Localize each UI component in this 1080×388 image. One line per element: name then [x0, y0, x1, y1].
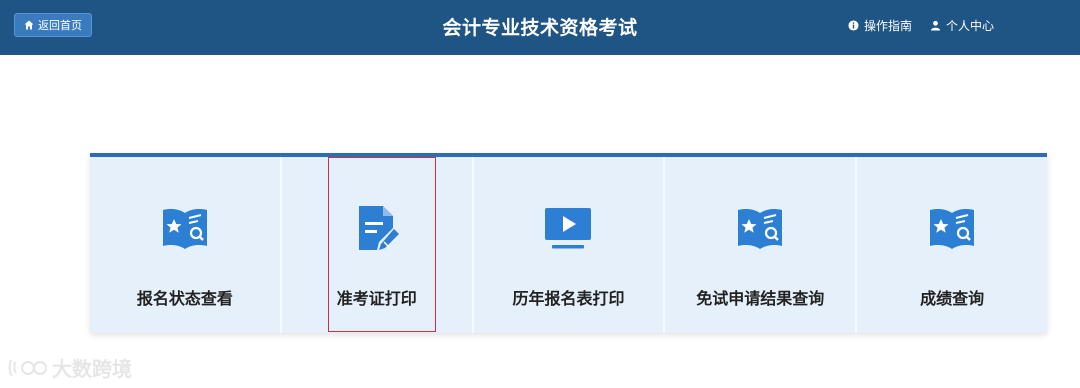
watermark: 大数跨境 — [8, 353, 132, 382]
card-history-form-print[interactable]: 历年报名表打印 — [473, 157, 666, 333]
user-center-label: 个人中心 — [945, 19, 994, 33]
card-registration-status[interactable]: 报名状态查看 — [90, 157, 282, 333]
card-label: 报名状态查看 — [136, 289, 233, 308]
card-score-query[interactable]: 成绩查询 — [857, 157, 1047, 333]
watermark-logo-icon — [8, 359, 47, 377]
card-label: 免试申请结果查询 — [696, 289, 825, 308]
home-button-label: 返回首页 — [38, 19, 82, 32]
service-panel: 报名状态查看 准考证打印 历年报名表打印 免试申请结果查询 成绩查询 — [90, 153, 1047, 333]
monitor-play-icon — [545, 208, 592, 249]
book-star-search-icon — [162, 209, 207, 249]
card-label: 准考证打印 — [336, 289, 417, 308]
home-button[interactable]: 返回首页 — [14, 13, 92, 37]
card-admission-print[interactable]: 准考证打印 — [281, 157, 474, 333]
book-star-search-icon — [738, 209, 783, 249]
document-edit-icon — [358, 206, 399, 250]
card-exemption-query[interactable]: 免试申请结果查询 — [665, 157, 858, 333]
book-star-search-icon — [930, 209, 975, 249]
top-navbar: 返回首页 会计专业技术资格考试 操作指南 个人中心 — [0, 0, 1080, 55]
home-icon — [24, 20, 34, 30]
header-links: 操作指南 个人中心 — [848, 17, 994, 34]
card-label: 成绩查询 — [920, 289, 985, 308]
guide-link[interactable]: 操作指南 — [848, 17, 912, 34]
guide-link-label: 操作指南 — [863, 19, 912, 33]
watermark-text: 大数跨境 — [52, 357, 132, 381]
user-icon — [930, 20, 941, 31]
card-label: 历年报名表打印 — [512, 289, 625, 308]
user-center-link[interactable]: 个人中心 — [930, 17, 994, 34]
info-icon — [848, 20, 859, 31]
